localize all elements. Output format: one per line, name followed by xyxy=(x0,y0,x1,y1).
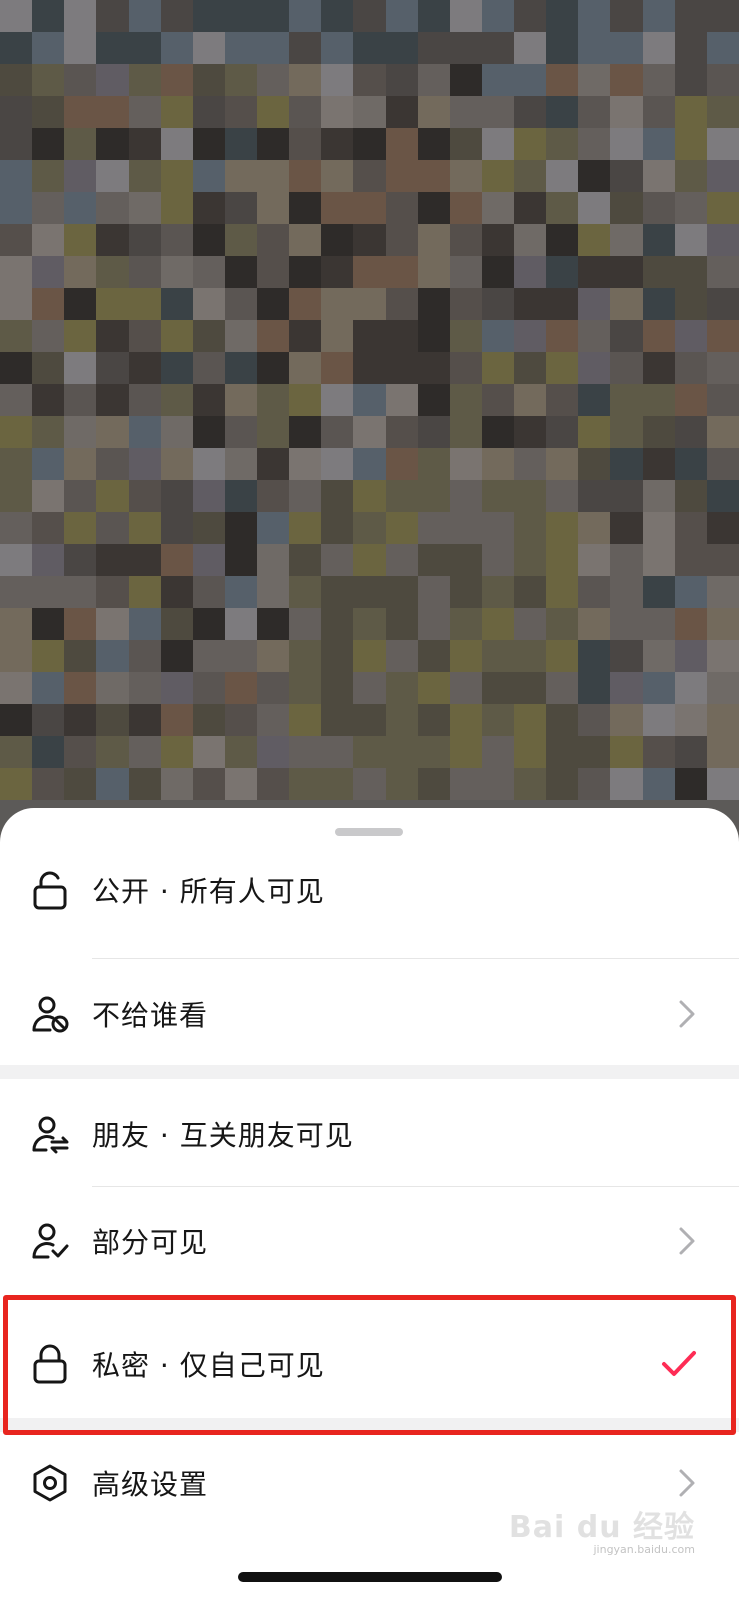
option-friends[interactable]: 朋友 · 互关朋友可见 xyxy=(0,1104,739,1164)
chevron-right-icon xyxy=(675,1224,699,1258)
option-public[interactable]: 公开 · 所有人可见 xyxy=(0,860,739,920)
option-hide-from[interactable]: 不给谁看 xyxy=(0,984,739,1044)
user-swap-icon xyxy=(30,1114,70,1154)
background-photo xyxy=(0,0,739,800)
chevron-right-icon xyxy=(675,1466,699,1500)
user-block-icon xyxy=(30,994,70,1034)
unlock-icon xyxy=(30,870,70,910)
user-check-icon xyxy=(30,1221,70,1261)
settings-hex-icon xyxy=(30,1463,70,1503)
chevron-right-icon xyxy=(675,997,699,1031)
option-label: 公开 · 所有人可见 xyxy=(92,875,325,908)
screen: 公开 · 所有人可见 不给谁看 朋友 · 互关朋友可见 部分可见 私密 · 仅自… xyxy=(0,0,739,1600)
selection-highlight-box xyxy=(3,1295,736,1435)
divider xyxy=(92,1186,739,1187)
option-label: 朋友 · 互关朋友可见 xyxy=(92,1119,354,1152)
sheet-drag-handle[interactable] xyxy=(335,828,403,836)
option-label: 不给谁看 xyxy=(92,999,209,1032)
watermark-logo: Bai du 经验 xyxy=(508,1510,695,1545)
section-gap xyxy=(0,1065,739,1079)
option-partial[interactable]: 部分可见 xyxy=(0,1211,739,1271)
divider xyxy=(92,958,739,959)
option-label: 部分可见 xyxy=(92,1226,209,1259)
watermark-url: jingyan.baidu.com xyxy=(593,1543,695,1556)
option-label: 高级设置 xyxy=(92,1468,209,1501)
home-indicator[interactable] xyxy=(238,1572,502,1582)
